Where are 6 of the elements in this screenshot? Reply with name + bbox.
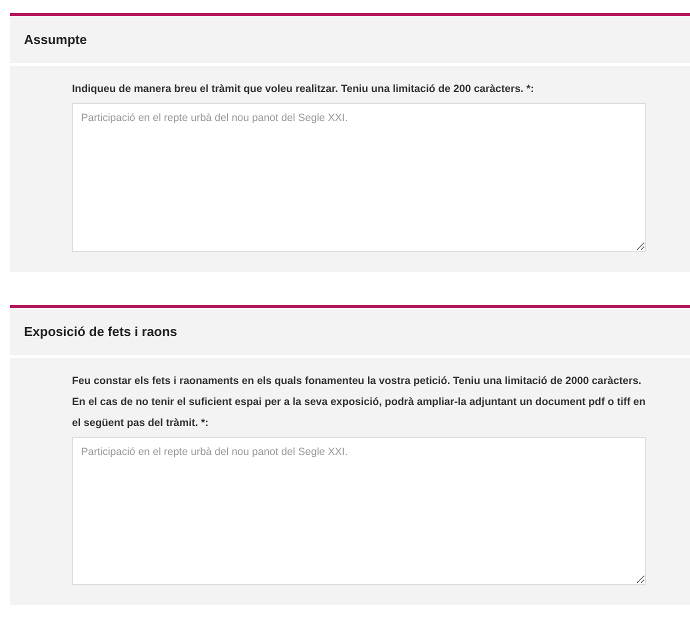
section-title: Assumpte — [24, 32, 87, 47]
text-area[interactable]: Participació en el repte urbà del nou panot del Segle XXI. — [72, 437, 646, 585]
section-title: Exposició de fets i raons — [24, 324, 178, 339]
field-label: Feu constar els fets i raonaments en els quals fonamenteu la vostra petició. Teniu una limitació de 2000 caràcters. En el cas de no tenir el suficient espai per a la seva exposició, podrà ampliar-la adjuntant un document pdf o tiff en el següent pas del tràmit. *: — [72, 374, 646, 431]
field-label: Indiqueu de manera breu el tràmit que voleu realitzar. Teniu una limitació de 200 caràcters. *: — [72, 82, 535, 97]
text-area[interactable]: Participació en el repte urbà del nou panot del Segle XXI. — [72, 103, 646, 252]
